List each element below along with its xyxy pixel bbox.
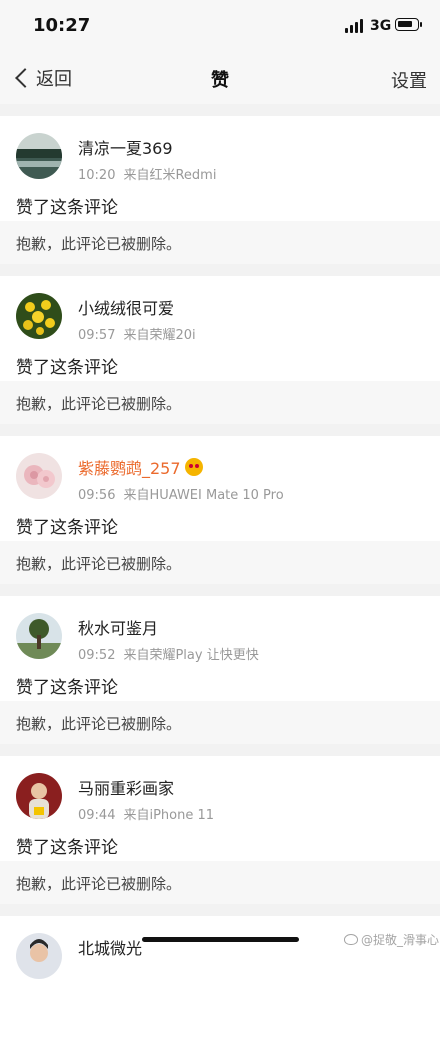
- battery-level: [398, 21, 412, 27]
- like-item[interactable]: 秋水可鉴月 09:52 来自荣耀Play 让快更快 赞了这条评论 抱歉，此评论已被…: [0, 596, 440, 744]
- avatar[interactable]: [16, 933, 62, 979]
- battery-icon: [395, 18, 422, 31]
- back-label: 返回: [36, 69, 72, 90]
- chevron-left-icon: [15, 68, 35, 88]
- like-action-text: 赞了这条评论: [16, 358, 118, 378]
- avatar[interactable]: [16, 133, 62, 179]
- post-meta: 09:57 来自荣耀20i: [78, 328, 196, 343]
- deleted-comment[interactable]: 抱歉，此评论已被删除。: [0, 381, 440, 424]
- deleted-comment[interactable]: 抱歉，此评论已被删除。: [0, 861, 440, 904]
- avatar[interactable]: [16, 293, 62, 339]
- username[interactable]: 秋水可鉴月: [78, 615, 158, 639]
- network-type: 3G: [370, 18, 392, 34]
- like-item[interactable]: 马丽重彩画家 09:44 来自iPhone 11 赞了这条评论 抱歉，此评论已被删…: [0, 756, 440, 904]
- likes-feed: 清凉一夏369 10:20 来自红米Redmi 赞了这条评论 抱歉，此评论已被删除…: [0, 104, 440, 1064]
- username[interactable]: 马丽重彩画家: [78, 775, 174, 799]
- like-item[interactable]: 小绒绒很可爱 09:57 来自荣耀20i 赞了这条评论 抱歉，此评论已被删除。: [0, 276, 440, 424]
- avatar[interactable]: [16, 453, 62, 499]
- status-bar: 10:27 3G: [0, 0, 440, 52]
- watermark: @捉敬_滑事心: [344, 931, 439, 948]
- vip-emoji-icon: [184, 458, 203, 476]
- like-action-text: 赞了这条评论: [16, 198, 118, 218]
- weibo-logo-icon: [344, 934, 358, 945]
- settings-button[interactable]: 设置: [391, 67, 427, 93]
- like-item[interactable]: 紫藤鹦鹉_257 09:56 来自HUAWEI Mate 10 Pro 赞了这条评…: [0, 436, 440, 584]
- like-action-text: 赞了这条评论: [16, 838, 118, 858]
- post-meta: 10:20 来自红米Redmi: [78, 168, 217, 183]
- deleted-comment[interactable]: 抱歉，此评论已被删除。: [0, 541, 440, 584]
- like-item[interactable]: 清凉一夏369 10:20 来自红米Redmi 赞了这条评论 抱歉，此评论已被删除…: [0, 116, 440, 264]
- signal-icon: [345, 19, 365, 33]
- deleted-comment[interactable]: 抱歉，此评论已被删除。: [0, 701, 440, 744]
- home-indicator[interactable]: [142, 937, 299, 942]
- like-action-text: 赞了这条评论: [16, 518, 118, 538]
- post-meta: 09:56 来自HUAWEI Mate 10 Pro: [78, 488, 284, 503]
- username[interactable]: 北城微光: [78, 935, 142, 959]
- avatar[interactable]: [16, 613, 62, 659]
- deleted-comment[interactable]: 抱歉，此评论已被删除。: [0, 221, 440, 264]
- status-time: 10:27: [33, 15, 91, 36]
- like-action-text: 赞了这条评论: [16, 678, 118, 698]
- back-button[interactable]: 返回: [12, 64, 72, 92]
- nav-bar: 返回 赞 设置: [0, 52, 440, 104]
- username[interactable]: 小绒绒很可爱: [78, 295, 174, 319]
- post-meta: 09:44 来自iPhone 11: [78, 808, 215, 823]
- username[interactable]: 清凉一夏369: [78, 135, 173, 159]
- post-meta: 09:52 来自荣耀Play 让快更快: [78, 648, 259, 663]
- username[interactable]: 紫藤鹦鹉_257: [78, 455, 203, 479]
- avatar[interactable]: [16, 773, 62, 819]
